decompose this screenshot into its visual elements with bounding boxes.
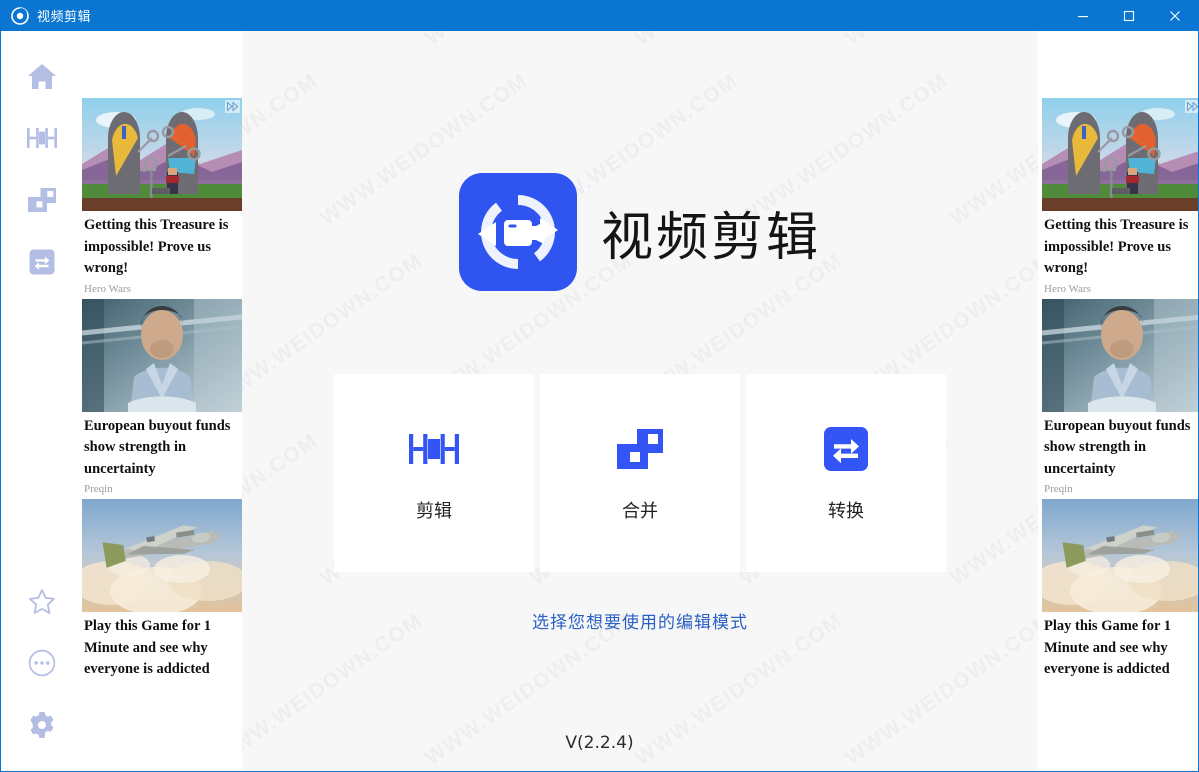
minimize-button[interactable] [1060, 0, 1106, 31]
ad-image-businessman[interactable] [82, 298, 242, 412]
ad-card[interactable]: European buyout funds show strength in u… [1042, 298, 1198, 497]
ad-card[interactable]: European buyout funds show strength in u… [82, 298, 242, 497]
ad-title[interactable]: Getting this Treasure is impossible! Pro… [1042, 211, 1198, 280]
ad-card[interactable]: Getting this Treasure is impossible! Pro… [1042, 98, 1198, 296]
ad-image-game-castle[interactable] [1042, 98, 1198, 211]
ad-source: Hero Wars [1044, 282, 1091, 295]
window-body: Getting this Treasure is impossible! Pro… [1, 31, 1198, 770]
mode-cards: 剪辑 合并 转换 [334, 374, 946, 572]
sidebar-item-favorites[interactable] [14, 570, 70, 632]
convert-icon [824, 423, 868, 475]
ad-source [1042, 681, 1198, 683]
main-content: 视频剪辑 剪辑 合并 转换 选择您想要使用的编辑模式 [242, 31, 1038, 770]
merge-icon [27, 187, 57, 213]
ad-card[interactable]: Play this Game for 1 Minute and see why … [1042, 499, 1198, 683]
ad-source: Hero Wars [84, 282, 131, 295]
mode-card-label: 剪辑 [416, 501, 452, 522]
ad-title[interactable]: Play this Game for 1 Minute and see why … [1042, 612, 1198, 681]
close-button[interactable] [1152, 0, 1198, 31]
maximize-icon [1123, 10, 1135, 21]
sidebar-item-merge[interactable] [14, 169, 70, 231]
window-title: 视频剪辑 [37, 9, 92, 24]
title-bar: 视频剪辑 [1, 0, 1198, 31]
ad-choices-icon[interactable] [225, 100, 240, 113]
ad-source: Preqin [1044, 483, 1073, 495]
video-refresh-logo-icon [474, 188, 562, 276]
ad-image-businessman[interactable] [1042, 298, 1198, 412]
ad-image-warplane[interactable] [1042, 499, 1198, 612]
sidebar-top-group [14, 31, 70, 293]
ad-choices-icon[interactable] [1185, 100, 1198, 113]
minimize-icon [1078, 15, 1088, 17]
window-controls [1060, 0, 1198, 31]
merge-icon [615, 423, 665, 475]
mode-card-convert[interactable]: 转换 [746, 374, 946, 572]
sidebar-item-trim[interactable] [14, 107, 70, 169]
app-window: 视频剪辑 Getting this Treasure is impossible… [0, 0, 1199, 772]
ad-image-game-castle[interactable] [82, 98, 242, 211]
maximize-button[interactable] [1106, 0, 1152, 31]
sidebar-item-convert[interactable] [14, 231, 70, 293]
sidebar [1, 31, 82, 770]
mode-hint: 选择您想要使用的编辑模式 [532, 613, 748, 633]
mode-card-label: 合并 [622, 501, 658, 522]
ad-source [82, 681, 242, 683]
close-icon [1170, 10, 1180, 21]
ad-card[interactable]: Getting this Treasure is impossible! Pro… [82, 98, 242, 296]
sidebar-item-home[interactable] [14, 45, 70, 107]
ad-title[interactable]: European buyout funds show strength in u… [1042, 412, 1198, 481]
ad-title[interactable]: Play this Game for 1 Minute and see why … [82, 612, 242, 681]
title-bar-left: 视频剪辑 [1, 6, 91, 25]
ad-source: Preqin [84, 483, 113, 495]
brand-name: 视频剪辑 [600, 207, 821, 268]
gear-icon [28, 711, 56, 739]
trim-icon [408, 423, 460, 475]
mode-card-label: 转换 [828, 501, 864, 522]
ad-card[interactable]: Play this Game for 1 Minute and see why … [82, 499, 242, 683]
more-circle-icon [28, 649, 56, 677]
home-icon [27, 63, 57, 90]
convert-icon [29, 249, 55, 275]
app-icon [11, 6, 29, 25]
brand-logo [458, 173, 577, 291]
sidebar-item-settings[interactable] [14, 694, 70, 756]
ad-title[interactable]: European buyout funds show strength in u… [82, 412, 242, 481]
ad-image-warplane[interactable] [82, 499, 242, 612]
sidebar-bottom-group [14, 570, 70, 770]
sidebar-item-more[interactable] [14, 632, 70, 694]
star-icon [28, 588, 56, 615]
ad-title[interactable]: Getting this Treasure is impossible! Pro… [82, 211, 242, 280]
mode-card-trim[interactable]: 剪辑 [334, 374, 534, 572]
brand: 视频剪辑 [458, 173, 821, 291]
mode-card-merge[interactable]: 合并 [540, 374, 740, 572]
ad-rail-right: Getting this Treasure is impossible! Pro… [1038, 31, 1198, 770]
ad-rail-left: Getting this Treasure is impossible! Pro… [82, 31, 242, 770]
trim-icon [26, 127, 58, 149]
